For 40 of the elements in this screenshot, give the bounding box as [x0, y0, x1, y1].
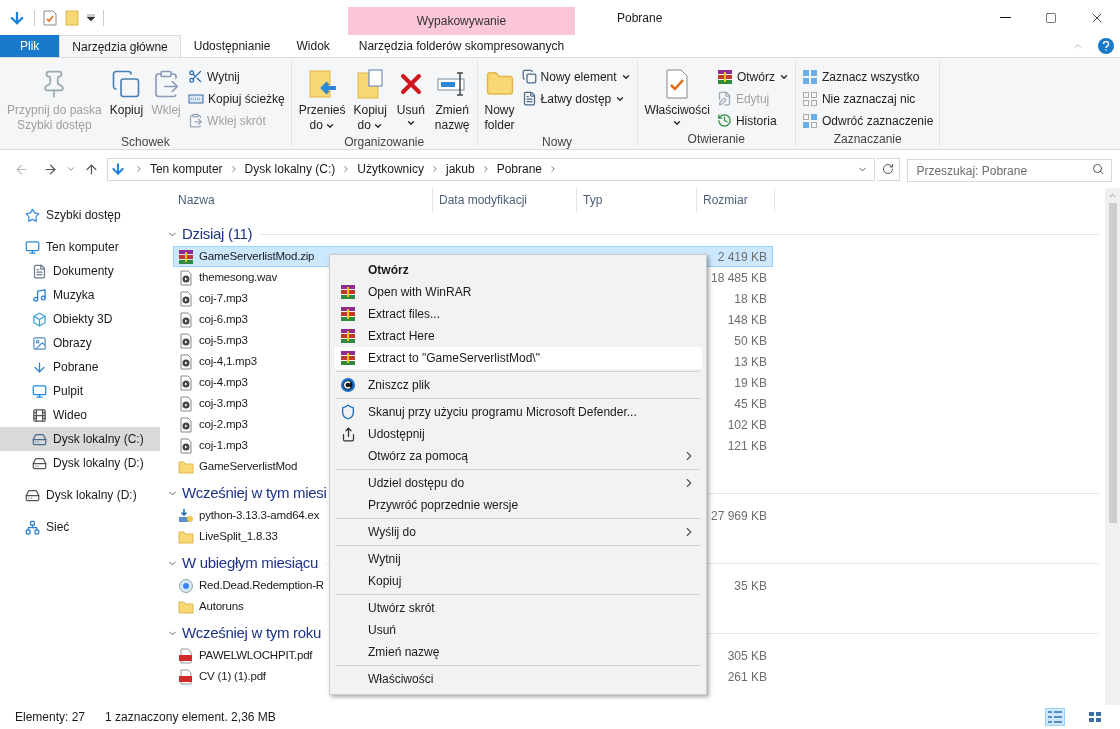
file-size: 13 KB [734, 353, 768, 371]
selection-info: 1 zaznaczony element. 2,36 MB [105, 709, 276, 726]
file-size: 305 KB [727, 647, 768, 665]
file-name: themesong.wav [199, 269, 277, 285]
file-size: 45 KB [734, 395, 768, 413]
file-size: 18 KB [734, 290, 768, 308]
group-label: Nowy [541, 134, 574, 151]
file-name: coj-5.mp3 [199, 332, 248, 348]
file-name: LiveSplit_1.8.33 [199, 528, 278, 544]
group-label: Schowek [120, 134, 171, 151]
file-name: Autoruns [199, 598, 244, 614]
file-name: GameServerlistMod [199, 458, 298, 474]
file-size: 2 419 KB [717, 248, 768, 266]
group-label: Otwieranie [686, 131, 746, 148]
file-size: 18 485 KB [710, 269, 768, 287]
file-size: 148 KB [727, 311, 768, 329]
file-name: CV (1) (1).pdf [199, 668, 266, 684]
file-size: 50 KB [734, 332, 768, 350]
file-name: coj-1.mp3 [199, 437, 248, 453]
file-name: GameServerlistMod.zip [199, 248, 315, 264]
file-name: coj-3.mp3 [199, 395, 248, 411]
file-size: 19 KB [734, 374, 768, 392]
file-name: python-3.13.3-amd64.ex [199, 507, 320, 523]
file-name: PAWELWLOCHPIT.pdf [199, 647, 313, 663]
file-size: 102 KB [727, 416, 768, 434]
file-name: coj-7.mp3 [199, 290, 248, 306]
group-label: Organizowanie [343, 134, 426, 151]
file-name: Red.Dead.Redemption-R [199, 577, 324, 593]
file-name: coj-6.mp3 [199, 311, 248, 327]
file-size: 35 KB [734, 577, 768, 595]
file-size: 27 969 KB [710, 507, 768, 525]
file-name: coj-2.mp3 [199, 416, 248, 432]
file-name: coj-4,1.mp3 [199, 353, 257, 369]
group-label: Zaznaczanie [832, 131, 903, 148]
context-tab-header: Wypakowywanie [348, 7, 575, 35]
window-title: Pobrane [617, 9, 664, 27]
item-count: Elementy: 27 [15, 709, 86, 726]
file-name: coj-4.mp3 [199, 374, 248, 390]
file-size: 261 KB [727, 668, 768, 686]
file-size: 121 KB [727, 437, 768, 455]
